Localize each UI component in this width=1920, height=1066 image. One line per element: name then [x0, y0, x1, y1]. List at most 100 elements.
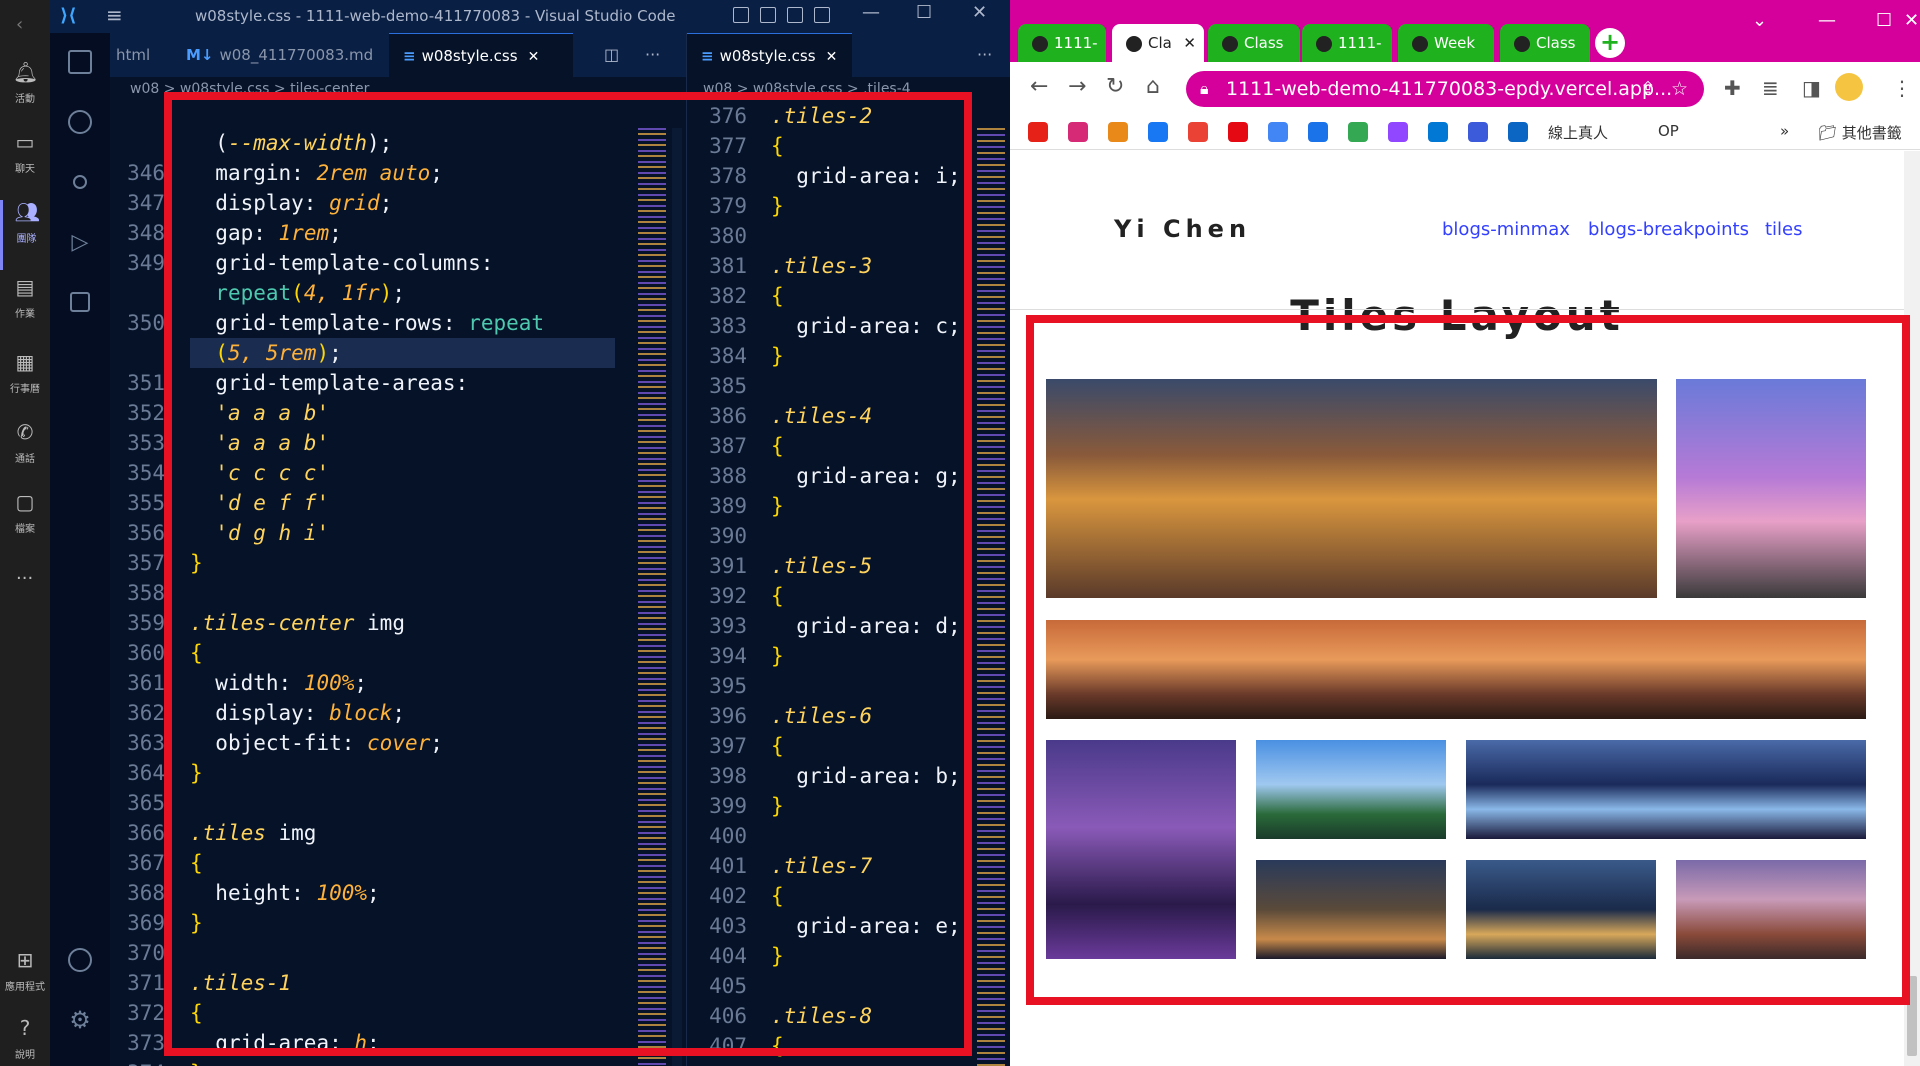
nav-link-tiles[interactable]: tiles	[1765, 219, 1803, 240]
bookmark-label[interactable]: OP	[1658, 122, 1679, 140]
bookmark-favicon-icon[interactable]	[1468, 122, 1488, 142]
teams-nav-calendar[interactable]: ▦ 行事曆	[0, 350, 50, 420]
search-icon[interactable]	[63, 105, 97, 139]
teams-nav-teams[interactable]: 👥︎ 團隊	[0, 200, 50, 270]
toggle-secondary-sidebar-icon[interactable]	[787, 7, 803, 23]
line-number	[110, 278, 165, 308]
more-apps-icon[interactable]: ···	[16, 568, 33, 589]
bookmark-favicon-icon[interactable]	[1148, 122, 1168, 142]
extensions-icon[interactable]	[63, 285, 97, 319]
close-tab-icon[interactable]: ✕	[826, 49, 838, 65]
browser-tab[interactable]: Cla ✕	[1112, 24, 1204, 62]
code-line[interactable]: }	[190, 1058, 615, 1066]
browser-tab[interactable]: Class	[1208, 24, 1300, 62]
bookmark-favicon-icon[interactable]	[1348, 122, 1368, 142]
phone-icon: ✆	[16, 420, 34, 444]
activity-bar: ▷ ⚙	[50, 33, 110, 1066]
chevron-down-icon[interactable]: ⌄	[1752, 10, 1767, 31]
tab-label: w08style.css	[719, 47, 816, 65]
close-icon[interactable]: ✕	[972, 2, 987, 23]
tab-w08style-css-right[interactable]: ≡ w08style.css ✕	[687, 33, 852, 77]
line-number	[110, 338, 165, 368]
minimize-icon[interactable]: —	[1818, 10, 1836, 31]
back-icon[interactable]: ←	[1030, 74, 1048, 99]
bookmark-favicon-icon[interactable]	[1068, 122, 1088, 142]
teams-nav-label: 通話	[15, 454, 35, 465]
tab-title: 1111-	[1054, 34, 1098, 52]
bookmark-favicon-icon[interactable]	[1308, 122, 1328, 142]
teams-nav-chat[interactable]: ▭ 聊天	[0, 130, 50, 200]
manage-gear-icon[interactable]: ⚙	[63, 1003, 97, 1037]
maximize-icon[interactable]: ☐	[916, 2, 932, 23]
run-debug-icon[interactable]: ▷	[63, 225, 97, 259]
tab-markdown[interactable]: M↓ w08_411770083.md	[172, 33, 387, 77]
home-icon[interactable]: ⌂	[1146, 74, 1160, 99]
side-panel-icon[interactable]: ◨	[1802, 76, 1821, 100]
teams-nav-apps[interactable]: ⊞ 應用程式	[0, 948, 50, 1018]
split-editor-icon[interactable]: ◫	[604, 33, 619, 77]
site-brand[interactable]: Yi Chen	[1114, 215, 1251, 243]
minimap[interactable]	[977, 128, 1005, 1066]
nav-link-blogs-minmax[interactable]: blogs-minmax	[1442, 219, 1570, 240]
assignment-icon: ▤	[15, 275, 35, 299]
bookmark-label[interactable]: 線上真人	[1548, 122, 1608, 143]
bookmark-favicon-icon[interactable]	[1028, 122, 1048, 142]
bookmark-favicon-icon[interactable]	[1108, 122, 1128, 142]
bookmark-star-icon[interactable]: ☆	[1671, 71, 1688, 107]
new-tab-button[interactable]: +	[1595, 28, 1625, 58]
bookmark-favicon-icon[interactable]	[1268, 122, 1288, 142]
tab-html[interactable]: html	[110, 33, 170, 77]
close-tab-icon[interactable]: ✕	[528, 49, 540, 65]
accounts-icon[interactable]	[63, 943, 97, 977]
share-icon[interactable]: ⇪	[1640, 71, 1656, 107]
other-bookmarks-folder[interactable]: 📁︎ 其他書籤	[1818, 122, 1902, 143]
chrome-menu-icon[interactable]: ⋮	[1892, 76, 1912, 100]
toggle-panel-icon[interactable]	[760, 7, 776, 23]
toggle-primary-sidebar-icon[interactable]	[733, 7, 749, 23]
lock-icon: 🔒︎	[1200, 79, 1209, 98]
forward-icon[interactable]: →	[1068, 74, 1086, 99]
more-actions-icon[interactable]: ···	[977, 33, 992, 77]
line-number: 372	[127, 1001, 165, 1025]
bookmark-favicon-icon[interactable]	[1508, 122, 1528, 142]
minimize-icon[interactable]: —	[862, 2, 880, 23]
close-tab-icon[interactable]: ✕	[1183, 24, 1196, 62]
line-number: 367	[127, 851, 165, 875]
maximize-icon[interactable]: ☐	[1876, 10, 1892, 31]
browser-tab[interactable]: 1111-	[1302, 24, 1392, 62]
more-bookmarks-icon[interactable]: »	[1780, 122, 1789, 140]
source-control-icon[interactable]	[63, 165, 97, 199]
more-actions-icon[interactable]: ···	[645, 33, 660, 77]
explorer-icon[interactable]	[63, 45, 97, 79]
profile-avatar[interactable]	[1835, 73, 1863, 101]
nav-link-blogs-breakpoints[interactable]: blogs-breakpoints	[1588, 219, 1749, 240]
teams-nav-activity[interactable]: 🔔︎ 活動	[0, 60, 50, 130]
bookmark-favicon-icon[interactable]	[1428, 122, 1448, 142]
tab-title: Class	[1536, 34, 1576, 52]
reload-icon[interactable]: ↻	[1106, 74, 1124, 99]
address-bar[interactable]: 🔒︎ 1111-web-demo-411770083-epdy.vercel.a…	[1186, 71, 1704, 107]
customize-layout-icon[interactable]	[814, 7, 830, 23]
teams-nav-help[interactable]: ? 說明	[0, 1016, 50, 1066]
bookmark-favicon-icon[interactable]	[1228, 122, 1248, 142]
vscode-logo-icon: ⟩⟨	[60, 5, 77, 26]
teams-nav-label: 作業	[15, 309, 35, 320]
close-icon[interactable]: ✕	[1904, 10, 1919, 31]
header-divider	[1010, 309, 1904, 310]
bookmark-favicon-icon[interactable]	[1188, 122, 1208, 142]
teams-nav-files[interactable]: ▢ 檔案	[0, 490, 50, 560]
back-arrow-icon[interactable]: ‹	[16, 14, 23, 35]
browser-tab[interactable]: 1111-	[1018, 24, 1106, 62]
tab-w08style-css[interactable]: ≡ w08style.css ✕	[389, 33, 573, 77]
reading-list-icon[interactable]: ≣	[1762, 76, 1779, 100]
teams-nav-calls[interactable]: ✆ 通話	[0, 420, 50, 490]
browser-tab[interactable]: Week	[1398, 24, 1494, 62]
line-number: 349	[127, 251, 165, 275]
line-number: 369	[127, 911, 165, 935]
teams-nav-assignments[interactable]: ▤ 作業	[0, 275, 50, 345]
bookmark-favicon-icon[interactable]	[1388, 122, 1408, 142]
extensions-puzzle-icon[interactable]: ✚	[1724, 76, 1741, 100]
line-number: 365	[127, 791, 165, 815]
browser-tab[interactable]: Class	[1500, 24, 1590, 62]
menu-icon[interactable]: ≡	[106, 3, 123, 27]
